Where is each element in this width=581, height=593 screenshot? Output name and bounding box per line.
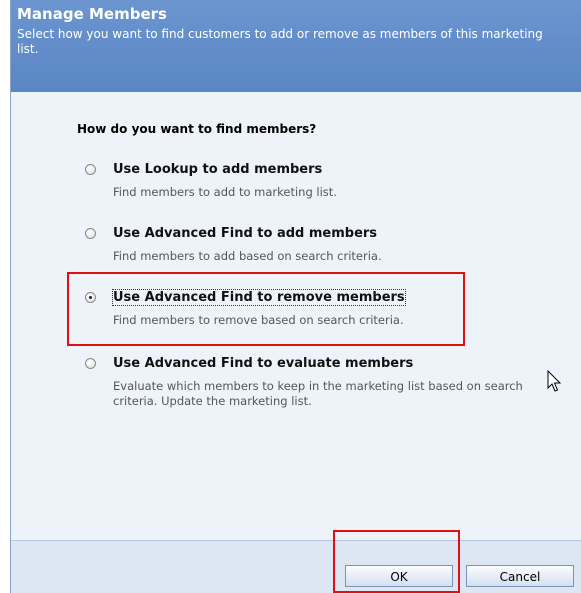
dialog-header: Manage Members Select how you want to fi…: [11, 0, 581, 92]
option-description: Evaluate which members to keep in the ma…: [113, 379, 523, 408]
manage-members-dialog: Manage Members Select how you want to fi…: [10, 0, 581, 593]
cancel-button[interactable]: Cancel: [466, 565, 574, 587]
radio-advanced-find-evaluate[interactable]: [85, 358, 96, 369]
radio-advanced-find-add[interactable]: [85, 228, 96, 239]
option-label[interactable]: Use Advanced Find to add members: [113, 226, 377, 241]
dialog-title: Manage Members: [17, 5, 167, 23]
option-description: Find members to add based on search crit…: [113, 249, 382, 263]
dialog-body: How do you want to find members? Use Loo…: [11, 92, 581, 540]
option-label[interactable]: Use Lookup to add members: [113, 162, 322, 177]
highlight-box-remove-option: [67, 272, 465, 346]
question-label: How do you want to find members?: [77, 122, 317, 136]
radio-lookup-add[interactable]: [85, 164, 96, 175]
option-label[interactable]: Use Advanced Find to evaluate members: [113, 356, 413, 371]
highlight-box-ok-button: [333, 530, 460, 593]
option-description: Find members to add to marketing list.: [113, 185, 337, 199]
dialog-description: Select how you want to find customers to…: [17, 27, 543, 56]
mouse-pointer-icon: [547, 370, 562, 392]
dialog-footer: OK Cancel: [11, 540, 581, 593]
